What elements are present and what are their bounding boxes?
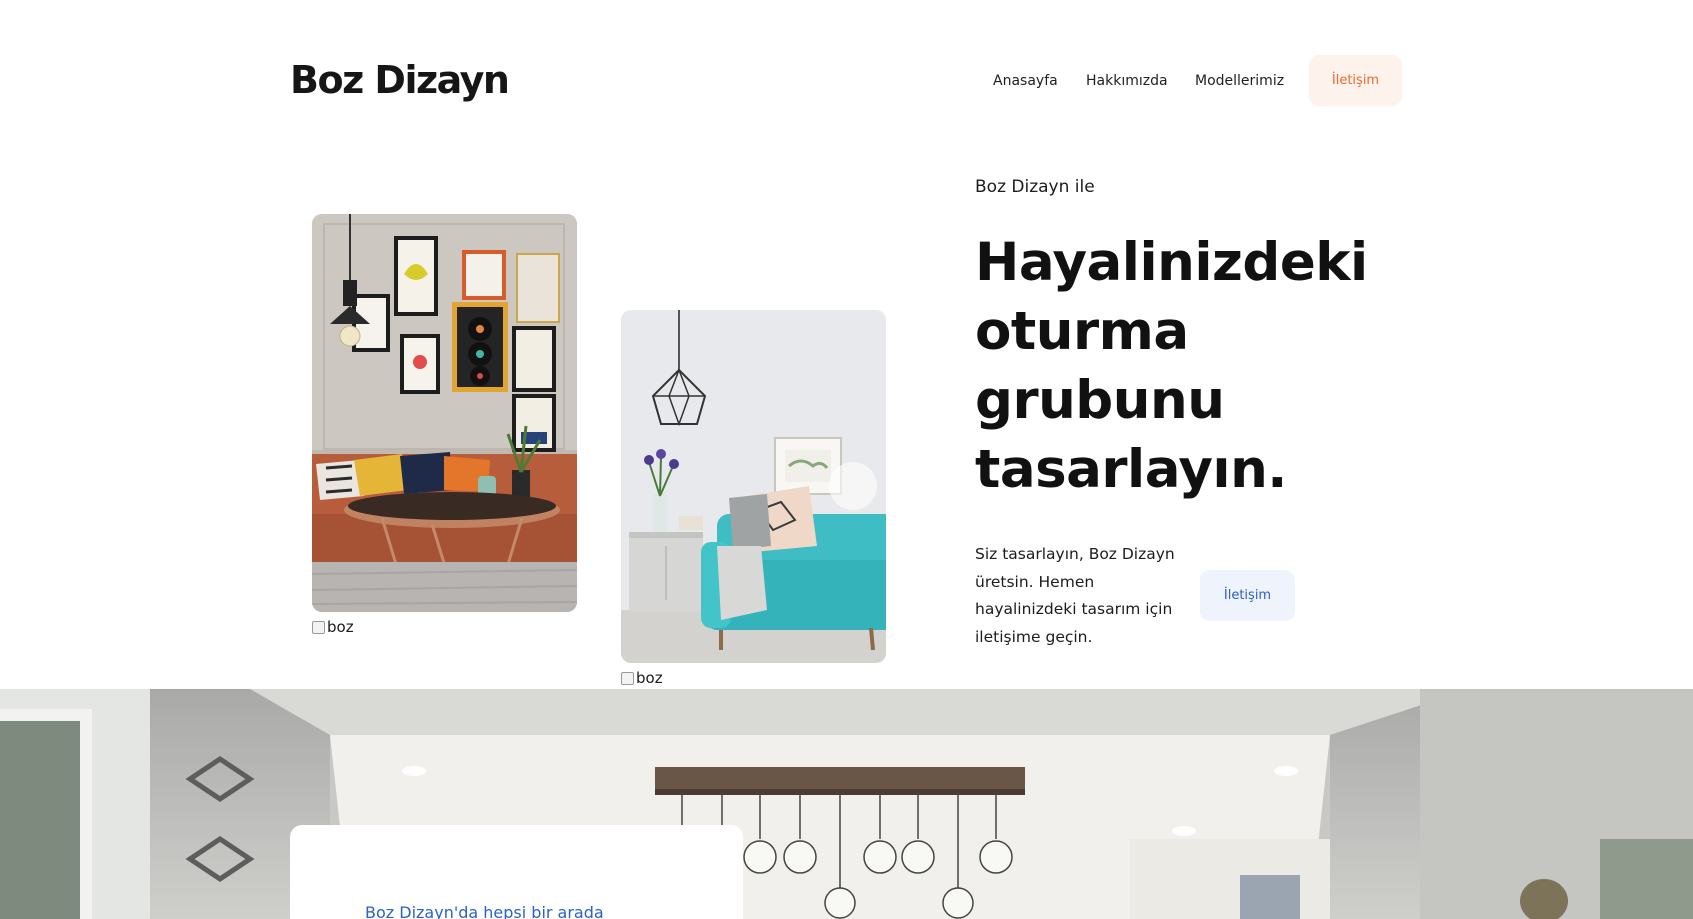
image-alt-text: boz [621,669,663,687]
nav-link-modellerimiz[interactable]: Modellerimiz [1195,73,1284,89]
main-nav: Anasayfa Hakkımızda Modellerimiz İletişi… [0,55,1693,107]
hero-image-orange-sofa [312,214,577,612]
nav-link-anasayfa[interactable]: Anasayfa [993,73,1058,89]
image-alt-label: boz [636,669,663,687]
nav-link-hakkimizda[interactable]: Hakkımızda [1086,73,1168,89]
feature-card: Boz Dizayn'da hepsi bir arada [290,825,743,919]
hero-image-turquoise-sofa [621,310,886,663]
image-alt-label: boz [327,618,354,636]
hero-contact-button[interactable]: İletişim [1200,570,1295,621]
kitchen-banner-image [0,689,1693,919]
image-alt-text: boz [312,618,354,636]
hero-headline: Hayalinizdeki oturma grubunu tasarlayın. [975,232,1368,500]
broken-image-icon [621,671,634,685]
feature-tagline: Boz Dizayn'da hepsi bir arada [365,903,604,919]
nav-contact-button[interactable]: İletişim [1309,55,1402,106]
broken-image-icon [312,620,325,634]
hero-eyebrow: Boz Dizayn ile [975,177,1095,197]
hero-lead: Siz tasarlayın, Boz Dizayn üretsin. Heme… [975,545,1175,646]
